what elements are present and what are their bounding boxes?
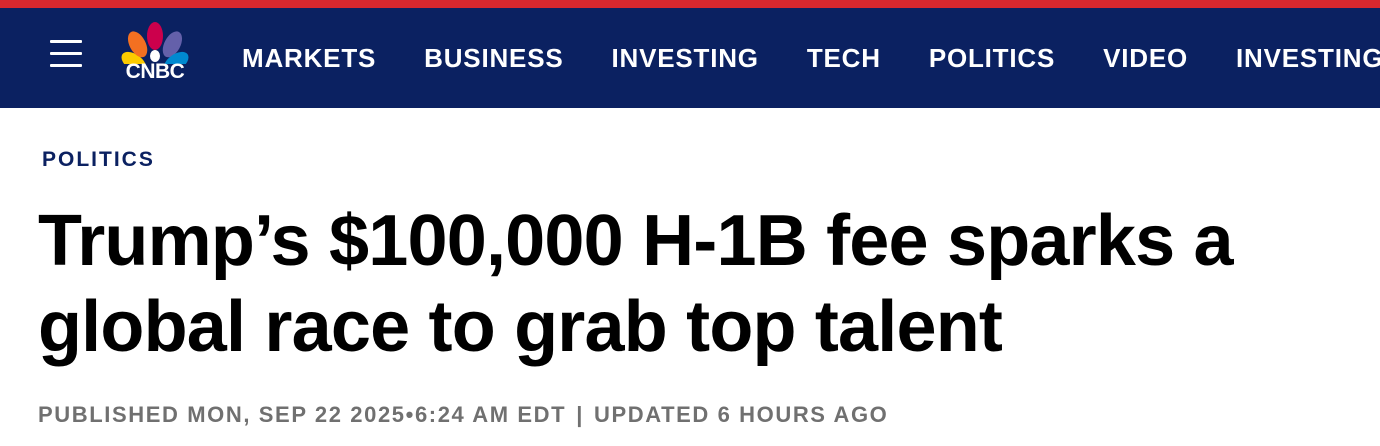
nav-item-politics[interactable]: POLITICS — [929, 43, 1055, 74]
article-timestamp: PUBLISHED MON, SEP 22 2025•6:24 AM EDT | U… — [38, 402, 888, 428]
main-nav: MARKETS BUSINESS INVESTING TECH POLITICS… — [242, 8, 1380, 108]
article-headline: Trump’s $100,000 H-1B fee sparks a globa… — [38, 201, 1234, 367]
updated-time: UPDATED 6 HOURS AGO — [593, 402, 889, 427]
logo-text: CNBC — [125, 60, 185, 83]
nav-item-markets[interactable]: MARKETS — [242, 43, 376, 74]
nav-item-investing-club[interactable]: INVESTING CLUB — [1236, 43, 1380, 74]
timestamp-separator: | — [576, 402, 584, 427]
nav-item-video[interactable]: VIDEO — [1103, 43, 1188, 74]
top-navigation-bar: CNBC MARKETS BUSINESS INVESTING TECH POL… — [0, 8, 1380, 108]
nav-item-investing[interactable]: INVESTING — [611, 43, 758, 74]
top-accent-stripe — [0, 0, 1380, 8]
nav-item-tech[interactable]: TECH — [807, 43, 881, 74]
cnbc-logo[interactable]: CNBC — [114, 20, 198, 86]
published-time: PUBLISHED MON, SEP 22 2025•6:24 AM EDT — [38, 402, 567, 427]
peacock-icon — [121, 22, 189, 64]
nav-item-business[interactable]: BUSINESS — [424, 43, 563, 74]
article-category-link[interactable]: POLITICS — [42, 148, 155, 172]
hamburger-menu-icon[interactable] — [50, 39, 82, 67]
